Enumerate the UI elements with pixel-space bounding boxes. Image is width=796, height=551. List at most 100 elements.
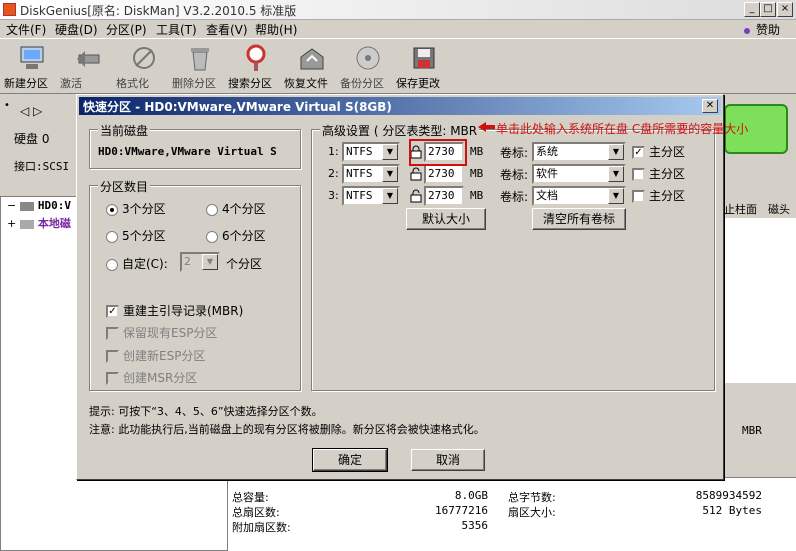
backup-partition-button[interactable]: 备份分区 (340, 43, 396, 93)
row-3-primary-box (632, 190, 645, 203)
row-2-unit: MB (470, 167, 484, 180)
row-3-number: 3: (328, 189, 339, 202)
partition-icon (20, 219, 35, 229)
search-partition-button[interactable]: 搜索分区 (228, 43, 284, 93)
current-disk-group-title: 当前磁盘 (98, 122, 151, 139)
row-2-size-input[interactable]: 2730 (424, 164, 464, 184)
menu-partition[interactable]: 分区(P) (106, 21, 147, 38)
toolbar: 新建分区 激活 格式化 删除分区 搜索分区 恢复文件 备份分区 保存更改 (0, 38, 796, 94)
radio-custom-dot (106, 258, 118, 271)
row-3-volume-dropdown-icon[interactable]: ▼ (608, 188, 624, 204)
interface-label: 接口:SCSI (14, 160, 70, 173)
ok-button[interactable]: 确定 (312, 448, 388, 472)
custom-count-select[interactable]: 2 ▼ (180, 252, 220, 272)
partition-count-group-title: 分区数目 (98, 178, 151, 195)
custom-count-dropdown-icon[interactable]: ▼ (202, 254, 218, 270)
dialog-title: 快速分区 - HD0:VMware,VMware Virtual S(8GB) (83, 100, 392, 114)
menu-view[interactable]: 查看(V) (206, 21, 248, 38)
create-esp-checkbox[interactable]: 创建新ESP分区 (106, 347, 205, 364)
row-2-volume-dropdown-icon[interactable]: ▼ (608, 166, 624, 182)
column-head[interactable]: 磁头 (768, 201, 790, 217)
radio-6-label: 6个分区 (222, 229, 266, 243)
radio-5-partitions[interactable]: 5个分区 (106, 227, 166, 244)
radio-3-partitions[interactable]: 3个分区 (106, 200, 166, 217)
tree-collapse-icon[interactable]: − (7, 199, 16, 212)
row-2-volume-value: 软件 (536, 167, 558, 180)
dialog-titlebar: 快速分区 - HD0:VMware,VMware Virtual S(8GB) … (79, 97, 721, 115)
sponsor-label: 赞助 (755, 23, 780, 37)
tree-label-local-disk: 本地磁 (37, 217, 71, 230)
radio-4-partitions[interactable]: 4个分区 (206, 200, 266, 217)
menu-file[interactable]: 文件(F) (6, 21, 46, 38)
row-2-primary-box (632, 168, 645, 181)
minimize-button[interactable]: _ (744, 2, 760, 17)
sponsor-link[interactable]: 赞助 (743, 21, 780, 38)
close-button[interactable]: × (777, 2, 793, 17)
row-1-volume-label: 卷标: (500, 146, 529, 160)
extra-sectors-value: 5356 (461, 519, 489, 532)
default-size-button[interactable]: 默认大小 (406, 208, 486, 230)
keep-esp-checkbox[interactable]: 保留现有ESP分区 (106, 324, 217, 341)
activate-button[interactable]: 激活 (60, 43, 116, 93)
row-1-filesystem-select[interactable]: NTFS ▼ (342, 142, 400, 162)
partition-table-area (724, 218, 796, 383)
clear-labels-button[interactable]: 清空所有卷标 (532, 208, 626, 230)
row-3-size-input[interactable]: 2730 (424, 186, 464, 206)
row-2-number: 2: (328, 167, 339, 180)
current-disk-value: HD0:VMware,VMware Virtual S (98, 145, 277, 158)
row-2-unlock-icon[interactable] (410, 167, 422, 181)
row-1-primary-label: 主分区 (649, 145, 686, 159)
row-2-filesystem-dropdown-icon[interactable]: ▼ (382, 166, 398, 182)
row-3-primary-checkbox[interactable]: 主分区 (632, 187, 685, 204)
row-3-filesystem-dropdown-icon[interactable]: ▼ (382, 188, 398, 204)
activate-label: 激活 (60, 77, 82, 90)
new-partition-button[interactable]: 新建分区 (4, 43, 60, 93)
cancel-button[interactable]: 取消 (411, 449, 485, 471)
row-3-filesystem-select[interactable]: NTFS ▼ (342, 186, 400, 206)
row-2-volume-select[interactable]: 软件 ▼ (532, 164, 626, 184)
create-msr-checkbox[interactable]: 创建MSR分区 (106, 369, 197, 386)
row-1-volume-dropdown-icon[interactable]: ▼ (608, 144, 624, 160)
tree-expand-icon[interactable]: + (7, 217, 16, 230)
row-1-primary-check-icon: ✓ (632, 146, 645, 159)
total-capacity-value: 8.0GB (454, 489, 488, 502)
save-changes-button[interactable]: 保存更改 (396, 43, 452, 93)
row-2-volume-label: 卷标: (500, 168, 529, 182)
format-icon (133, 47, 155, 69)
row-2-primary-checkbox[interactable]: 主分区 (632, 165, 685, 182)
radio-custom[interactable]: 自定(C): (106, 255, 168, 272)
radio-4-dot (206, 203, 218, 216)
menu-disk[interactable]: 硬盘(D) (55, 21, 98, 38)
radio-3-dot (106, 203, 118, 216)
recover-files-button[interactable]: 恢复文件 (284, 43, 340, 93)
menu-tools[interactable]: 工具(T) (156, 21, 197, 38)
column-end-cylinder[interactable]: 止柱面 (724, 201, 757, 217)
row-2-filesystem-value: NTFS (346, 167, 373, 180)
partition-count-group: 分区数目 3个分区 4个分区 5个分区 6个分区 自定(C): 2 ▼ 个分区 ✓… (89, 178, 301, 391)
annotation-text: 单击此处输入系统所在盘 C盘所需要的容量大小 (496, 122, 749, 136)
nav-arrows[interactable]: ◁ ▷ (20, 104, 42, 118)
row-2-filesystem-select[interactable]: NTFS ▼ (342, 164, 400, 184)
size-input-highlight (409, 139, 467, 166)
tree-item-local-disk[interactable]: + 本地磁 (7, 215, 71, 231)
dialog-close-button[interactable]: ✕ (702, 99, 718, 113)
radio-6-dot (206, 230, 218, 243)
row-1-volume-select[interactable]: 系统 ▼ (532, 142, 626, 162)
delete-partition-button[interactable]: 删除分区 (172, 43, 228, 93)
row-3-unlock-icon[interactable] (410, 189, 422, 203)
recover-files-label: 恢复文件 (284, 77, 328, 90)
row-1-primary-checkbox[interactable]: ✓ 主分区 (632, 143, 685, 160)
row-3-volume-select[interactable]: 文档 ▼ (532, 186, 626, 206)
delete-partition-icon (191, 48, 209, 71)
radio-6-partitions[interactable]: 6个分区 (206, 227, 266, 244)
rebuild-mbr-checkbox[interactable]: ✓ 重建主引导记录(MBR) (106, 302, 243, 319)
format-button[interactable]: 格式化 (116, 43, 172, 93)
maximize-button[interactable]: □ (760, 2, 776, 17)
radio-4-label: 4个分区 (222, 202, 266, 216)
warning-text: 注意: 此功能执行后,当前磁盘上的现有分区将被删除。新分区将会被快速格式化。 (89, 423, 485, 436)
row-3-filesystem-value: NTFS (346, 189, 373, 202)
create-esp-box (106, 350, 119, 363)
row-1-filesystem-dropdown-icon[interactable]: ▼ (382, 144, 398, 160)
tree-item-hd0[interactable]: − HD0:V (7, 199, 71, 212)
menu-help[interactable]: 帮助(H) (255, 21, 297, 38)
